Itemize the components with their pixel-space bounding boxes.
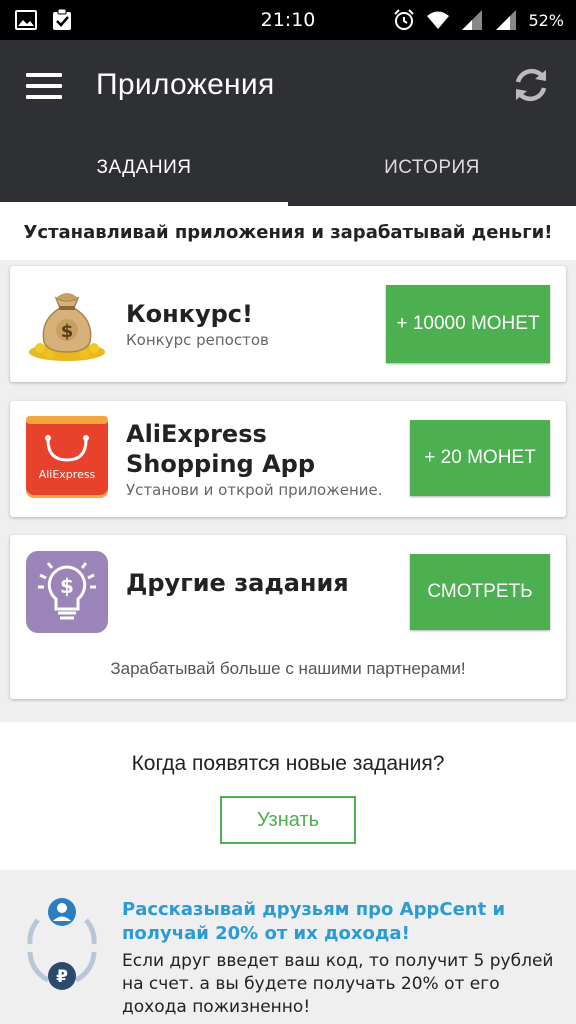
referral-section[interactable]: ₽ Рассказывай друзьям про AppCent и полу… (0, 870, 576, 1024)
tab-tasks[interactable]: ЗАДАНИЯ (0, 130, 288, 206)
card-title: Другие задания (126, 569, 349, 597)
card-subtitle: Конкурс репостов (126, 331, 269, 349)
app-bar: Приложения (0, 40, 576, 130)
card-title: Конкурс! (126, 300, 253, 328)
task-card-aliexpress[interactable]: AliExpress AliExpress Shopping App Устан… (10, 401, 566, 517)
refresh-icon[interactable] (510, 64, 552, 106)
aliexpress-icon: AliExpress (26, 416, 108, 498)
new-tasks-question: Когда появятся новые задания? (131, 752, 445, 775)
tab-history[interactable]: ИСТОРИЯ (288, 130, 576, 206)
card-subtitle: Установи и открой приложение. (126, 481, 383, 499)
partners-text: Зарабатывай больше с нашими партнерами! (110, 659, 466, 678)
battery-level: 52% (528, 10, 564, 30)
promo-text: Устанавливай приложения и зарабатывай де… (0, 206, 576, 260)
view-more-button[interactable]: СМОТРЕТЬ (410, 554, 550, 630)
referral-text: Если друг введет ваш код, то получит 5 р… (122, 951, 554, 1017)
svg-text:$: $ (60, 574, 74, 598)
menu-icon[interactable] (26, 73, 62, 99)
status-bar: 21:10 52% (0, 0, 576, 40)
page-title: Приложения (96, 68, 275, 101)
learn-button[interactable]: Узнать (220, 796, 356, 844)
new-tasks-section: Когда появятся новые задания? Узнать (0, 722, 576, 870)
svg-text:₽: ₽ (56, 967, 68, 987)
aliexpress-reward-button[interactable]: + 20 МОНЕТ (410, 420, 550, 496)
referral-title: Рассказывай друзьям про AppCent и получа… (122, 899, 506, 944)
signal-icon (496, 10, 517, 30)
alarm-icon (394, 9, 415, 30)
task-card-contest[interactable]: $ Конкурс! Конкурс репостов + 10000 МОНЕ… (10, 266, 566, 382)
card-title: AliExpress Shopping App (126, 420, 315, 478)
aliexpress-logo-text: AliExpress (38, 468, 96, 481)
tab-bar: ЗАДАНИЯ ИСТОРИЯ (0, 130, 576, 206)
contest-reward-button[interactable]: + 10000 МОНЕТ (386, 285, 550, 363)
referral-icon: ₽ (27, 898, 97, 990)
lightbulb-dollar-icon: $ (26, 551, 108, 633)
task-card-other[interactable]: $ Другие задания СМОТРЕТЬ Зарабатывай бо… (10, 535, 566, 699)
svg-text:$: $ (61, 321, 74, 342)
signal-icon (462, 10, 483, 30)
wifi-icon (427, 11, 450, 29)
money-bag-icon: $ (29, 293, 105, 361)
